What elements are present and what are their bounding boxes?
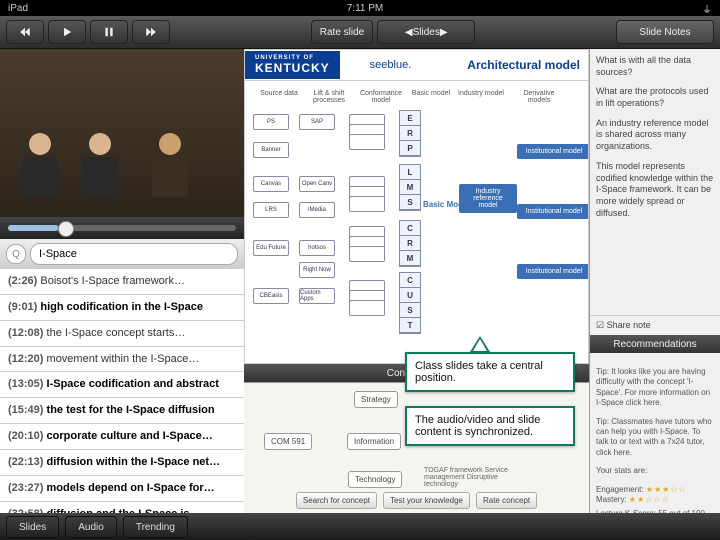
play-button[interactable] <box>48 20 86 44</box>
rewind-button[interactable] <box>6 20 44 44</box>
cmap-node-tech[interactable]: Technology <box>348 471 402 488</box>
transcript-row[interactable]: (12:08) the I-Space concept starts… <box>0 321 244 347</box>
callout-arrow <box>470 336 490 352</box>
pause-button[interactable] <box>90 20 128 44</box>
cmap-node-strategy[interactable]: Strategy <box>354 391 398 408</box>
mastery-stars: ★★☆☆☆ <box>629 495 670 504</box>
slide-title: Architectural model <box>467 58 580 72</box>
uk-logo: UNIVERSITY OFKENTUCKY <box>245 51 340 79</box>
transcript-row[interactable]: (22:13) diffusion within the I-Space net… <box>0 450 244 476</box>
concept-map[interactable]: Strategy COM 591 Information Technology … <box>244 382 589 513</box>
cmap-rate-button[interactable]: Rate concept <box>476 492 537 509</box>
slide-view[interactable]: UNIVERSITY OFKENTUCKY seeblue. Architect… <box>244 49 589 364</box>
device-label: iPad <box>8 3 28 14</box>
tab-trending[interactable]: Trending <box>123 516 188 538</box>
left-column: Q (2:26) Boisot's I-Space framework… (9:… <box>0 49 244 513</box>
cmap-info-text: TOGAF framework Service management Disru… <box>424 467 514 488</box>
engagement-stars: ★★★☆☆ <box>646 485 687 494</box>
note-line: What is with all the data sources? <box>596 55 714 78</box>
note-line: What are the protocols used in lift oper… <box>596 86 714 109</box>
transcript-row[interactable]: (9:01) high codification in the I-Space <box>0 295 244 321</box>
transcript-row[interactable]: (15:49) the test for the I-Space diffusi… <box>0 398 244 424</box>
cmap-node-com[interactable]: COM 591 <box>264 433 312 450</box>
slide-notes-button[interactable]: Slide Notes <box>616 20 714 44</box>
search-input[interactable] <box>30 243 238 265</box>
tab-slides[interactable]: Slides <box>6 516 59 538</box>
rec-tutor: Tip: Classmates have tutors who can help… <box>596 417 714 459</box>
transcript-list[interactable]: (2:26) Boisot's I-Space framework… (9:01… <box>0 269 244 513</box>
video-player[interactable] <box>0 49 244 217</box>
top-toolbar: Rate slide ◀ Slides ▶ Slide Notes <box>0 16 720 49</box>
cmap-test-button[interactable]: Test your knowledge <box>383 492 470 509</box>
recommendations: Tip: It looks like you are having diffic… <box>590 353 720 513</box>
search-row: Q <box>0 239 244 269</box>
share-note[interactable]: ☑ Share note <box>590 315 720 335</box>
kscore: Lecture K-Score: 55 out of 100 <box>596 509 714 513</box>
right-column: What is with all the data sources? What … <box>589 49 720 513</box>
recommendations-header: Recommendations <box>590 335 720 353</box>
transcript-row[interactable]: (12:20) movement within the I-Space… <box>0 347 244 373</box>
bottom-bar: Slides Audio Trending <box>0 513 720 540</box>
rate-slide-button[interactable]: Rate slide <box>311 20 373 44</box>
callout-sync: The audio/video and slide content is syn… <box>405 406 575 446</box>
wifi-icon: ⏚ <box>702 1 712 16</box>
search-icon: Q <box>6 244 26 264</box>
rec-tip: Tip: It looks like you are having diffic… <box>596 367 714 409</box>
cmap-node-info[interactable]: Information <box>347 433 401 450</box>
transcript-row[interactable]: (32:58) diffusion and the I-Space is… <box>0 502 244 513</box>
transcript-row[interactable]: (2:26) Boisot's I-Space framework… <box>0 269 244 295</box>
status-time: 7:11 PM <box>28 3 702 14</box>
transcript-row[interactable]: (13:05) I-Space codification and abstrac… <box>0 372 244 398</box>
note-line: This model represents codified knowledge… <box>596 161 714 219</box>
cmap-search-button[interactable]: Search for concept <box>296 492 377 509</box>
video-scrubber[interactable] <box>0 217 244 239</box>
stats-label: Your stats are: <box>596 466 714 476</box>
slide-notes[interactable]: What is with all the data sources? What … <box>590 49 720 315</box>
slide-diagram: Source data Lift & shift processes Confo… <box>249 90 584 359</box>
status-bar: iPad 7:11 PM ⏚ <box>0 0 720 16</box>
callout-slides: Class slides take a central position. <box>405 352 575 392</box>
transcript-row[interactable]: (23:27) models depend on I-Space for… <box>0 476 244 502</box>
tab-audio[interactable]: Audio <box>65 516 117 538</box>
forward-button[interactable] <box>132 20 170 44</box>
slides-dropdown[interactable]: ◀ Slides ▶ <box>377 20 475 44</box>
seeblue-text: seeblue. <box>370 59 412 71</box>
note-line: An industry reference model is shared ac… <box>596 118 714 153</box>
transcript-row[interactable]: (20:10) corporate culture and I-Space… <box>0 424 244 450</box>
